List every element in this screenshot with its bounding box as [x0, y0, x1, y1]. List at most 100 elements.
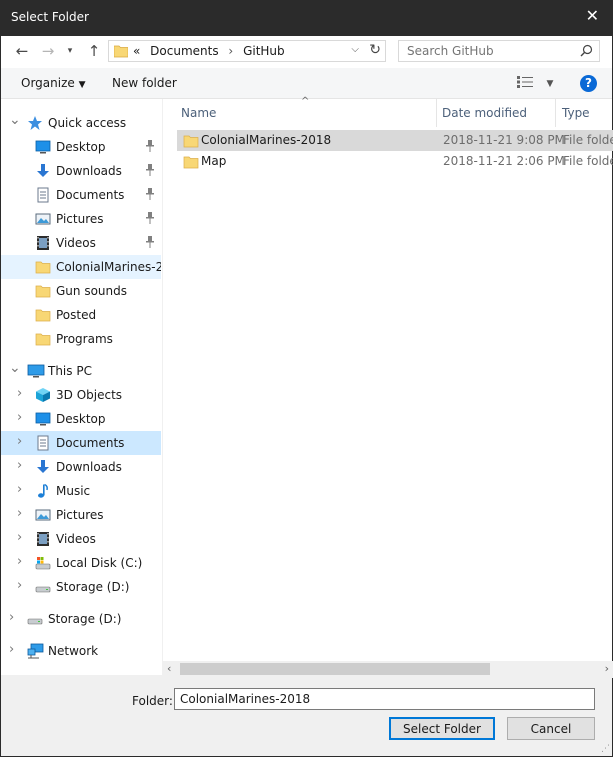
view-options-button[interactable]: ▼ [517, 76, 553, 89]
chevron-right-icon[interactable]: › [9, 642, 19, 657]
pin-icon [145, 236, 155, 251]
chevron-right-icon[interactable]: › [17, 554, 27, 569]
pin-icon [145, 164, 155, 179]
sidebar-item[interactable]: Desktop [1, 135, 161, 159]
table-row[interactable]: Map 2018-11-21 2:06 PMFile folder [177, 151, 613, 172]
sidebar-item[interactable]: › Music [1, 479, 161, 503]
column-divider[interactable] [436, 99, 437, 127]
sidebar-item[interactable]: Videos [1, 231, 161, 255]
breadcrumb-overflow[interactable]: « [133, 44, 140, 58]
pictures-icon [35, 211, 51, 227]
file-list-pane[interactable]: ^ Name Date modified Type ColonialMarine… [162, 96, 613, 678]
system-drive-icon [35, 555, 51, 571]
desktop-icon [35, 411, 51, 427]
folder-label: Folder: [132, 694, 173, 708]
search-box[interactable] [398, 40, 600, 62]
column-header-name[interactable]: Name [181, 106, 216, 120]
sidebar-item[interactable]: Programs [1, 327, 161, 351]
sidebar-item[interactable]: Documents [1, 183, 161, 207]
forward-arrow-icon[interactable]: → [39, 42, 57, 60]
sidebar-item-label: Network [48, 644, 99, 658]
sidebar-item-label: Programs [56, 332, 113, 346]
chevron-right-icon[interactable]: › [17, 410, 27, 425]
sidebar-item[interactable]: › Local Disk (C:) [1, 551, 161, 575]
sidebar-item-label: Pictures [56, 212, 104, 226]
chevron-right-icon[interactable]: › [17, 458, 27, 473]
select-folder-button[interactable]: Select Folder [389, 717, 495, 740]
sidebar-item-label: Storage (D:) [48, 612, 122, 626]
sidebar-item[interactable]: › Desktop [1, 407, 161, 431]
sidebar-item-label: Desktop [56, 412, 106, 426]
sidebar-item[interactable]: › Videos [1, 527, 161, 551]
sidebar-item[interactable]: › Network [1, 639, 161, 663]
back-arrow-icon[interactable]: ← [13, 42, 31, 60]
sidebar-item-label: Downloads [56, 460, 122, 474]
cancel-button[interactable]: Cancel [507, 717, 595, 740]
up-arrow-icon[interactable]: ↑ [85, 42, 103, 60]
address-row: ← → ▾ ↑ « Documents › GitHub ⌵ ↻ [1, 36, 612, 68]
scroll-left-icon[interactable]: ‹ [167, 662, 171, 675]
navigation-pane[interactable]: ⌄ Quick access Desktop Downloads Documents Pi… [1, 99, 161, 675]
column-header-date-modified[interactable]: Date modified [442, 106, 527, 120]
chevron-right-icon[interactable]: › [9, 610, 19, 625]
pictures-icon [35, 507, 51, 523]
address-dropdown-chevron-icon[interactable]: ⌵ [351, 44, 359, 55]
pin-icon [145, 140, 155, 155]
sidebar-item[interactable]: › Downloads [1, 455, 161, 479]
organize-label: Organize [21, 76, 75, 90]
refresh-icon[interactable]: ↻ [369, 42, 381, 58]
chevron-right-icon[interactable]: › [17, 530, 27, 545]
breadcrumb-documents[interactable]: Documents [150, 44, 218, 58]
sidebar-item[interactable]: ⌄ Quick access [1, 111, 161, 135]
folder-icon [35, 307, 51, 323]
recent-locations-chevron-icon[interactable]: ▾ [61, 42, 79, 60]
sidebar-item-label: 3D Objects [56, 388, 123, 402]
column-divider[interactable] [555, 99, 556, 127]
sidebar-item-label: ColonialMarines-2018 [56, 260, 161, 274]
file-date-modified: 2018-11-21 2:06 PM [443, 154, 565, 168]
chevron-right-icon[interactable]: › [17, 578, 27, 593]
new-folder-button[interactable]: New folder [112, 76, 177, 90]
sidebar-item[interactable]: › Documents [1, 431, 161, 455]
sidebar-item[interactable]: Posted [1, 303, 161, 327]
sidebar-item[interactable]: › Storage (D:) [1, 575, 161, 599]
table-row[interactable]: ColonialMarines-2018 2018-11-21 9:08 PM Fi… [177, 130, 613, 151]
sidebar-item[interactable]: ColonialMarines-2018 [1, 255, 161, 279]
breadcrumb-github[interactable]: GitHub [243, 44, 285, 58]
folder-name-input[interactable] [174, 688, 595, 710]
folder-icon [113, 44, 129, 61]
sidebar-item[interactable]: › 3D Objects [1, 383, 161, 407]
address-bar[interactable]: « Documents › GitHub ⌵ ↻ [108, 40, 386, 62]
scroll-right-icon[interactable]: › [605, 662, 609, 675]
chevron-down-icon: ▼ [546, 79, 554, 89]
sidebar-item-label: Videos [56, 236, 96, 250]
close-icon[interactable]: ✕ [586, 8, 599, 24]
file-type: File folder [563, 154, 613, 168]
chevron-right-icon[interactable]: › [17, 506, 27, 521]
search-icon[interactable] [580, 44, 593, 60]
breadcrumb: « Documents › GitHub [133, 44, 291, 58]
chevron-down-icon[interactable]: ⌄ [9, 112, 21, 128]
sort-ascending-icon: ^ [301, 96, 310, 107]
dialog-footer: Folder: Select Folder Cancel ⋰ [1, 675, 612, 756]
breadcrumb-separator-icon[interactable]: › [228, 44, 233, 58]
sidebar-item[interactable]: ⌄ This PC [1, 359, 161, 383]
column-header-row: ^ Name Date modified Type [163, 96, 613, 127]
chevron-right-icon[interactable]: › [17, 386, 27, 401]
chevron-right-icon[interactable]: › [17, 434, 27, 449]
sidebar-item[interactable]: › Pictures [1, 503, 161, 527]
sidebar-item[interactable]: Downloads [1, 159, 161, 183]
help-icon[interactable]: ? [580, 75, 597, 92]
sidebar-item-label: Gun sounds [56, 284, 127, 298]
organize-button[interactable]: Organize ▼ [21, 76, 86, 90]
sidebar-item[interactable]: Pictures [1, 207, 161, 231]
column-header-type[interactable]: Type [562, 106, 590, 120]
sidebar-item[interactable]: Gun sounds [1, 279, 161, 303]
download-icon [35, 163, 51, 179]
chevron-down-icon[interactable]: ⌄ [9, 360, 21, 376]
resize-grip-icon[interactable]: ⋰ [601, 744, 610, 754]
sidebar-item-label: Documents [56, 436, 125, 450]
search-input[interactable] [407, 44, 567, 58]
sidebar-item[interactable]: › Storage (D:) [1, 607, 161, 631]
chevron-right-icon[interactable]: › [17, 482, 27, 497]
